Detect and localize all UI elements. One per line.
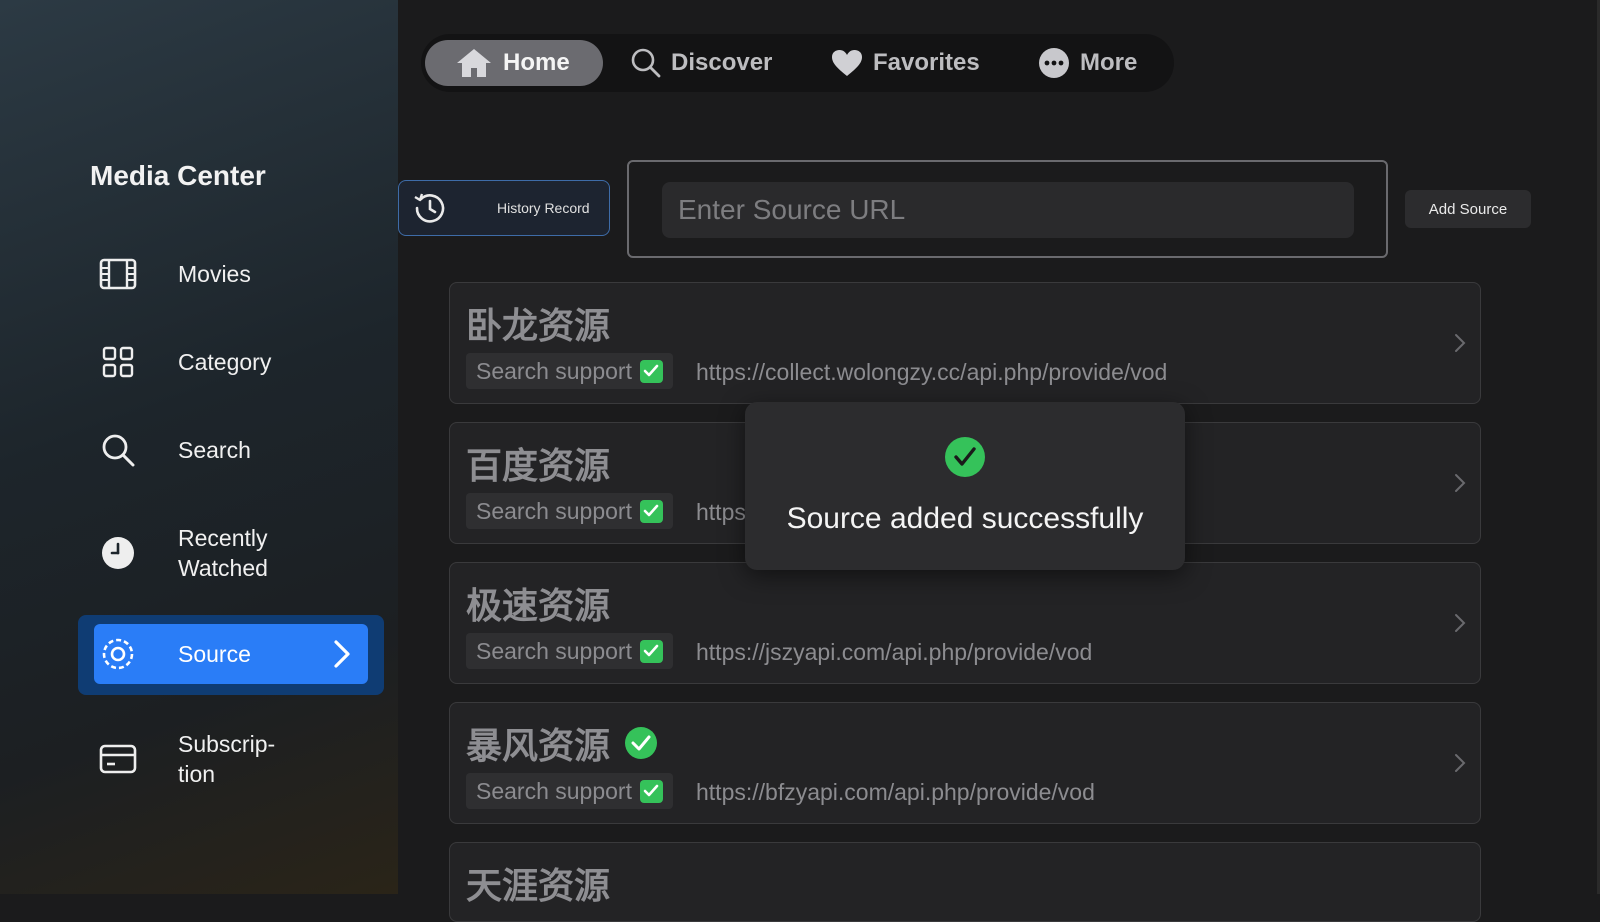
source-url: https://collect.wolongzy.cc/api.php/prov…: [696, 359, 1168, 385]
success-check-icon: [944, 436, 986, 483]
tab-discover[interactable]: Discover: [631, 40, 791, 86]
search-support-badge: Search support: [466, 493, 673, 529]
gear-icon: [98, 634, 138, 674]
source-name: 天涯资源: [466, 866, 611, 907]
sidebar-item-subscription[interactable]: Subscrip- tion: [78, 728, 384, 790]
sidebar-item-label: Search: [178, 437, 251, 463]
sidebar-item-label: Subscrip- tion: [178, 731, 276, 787]
source-url: https: [696, 499, 746, 525]
history-record-button[interactable]: History Record: [398, 180, 610, 236]
sidebar-item-label: Category: [178, 349, 272, 375]
verified-icon: [624, 726, 658, 760]
search-icon: [631, 48, 661, 78]
check-icon: [639, 639, 663, 663]
tab-more[interactable]: More: [1038, 40, 1158, 86]
check-icon: [639, 359, 663, 383]
tab-favorites[interactable]: Favorites: [831, 40, 1001, 86]
grid-icon: [98, 342, 138, 382]
home-icon: [455, 47, 493, 79]
chevron-right-icon: [1454, 753, 1466, 778]
source-name: 百度资源: [466, 446, 611, 487]
tab-label: Home: [503, 49, 570, 76]
tab-label: Favorites: [873, 49, 980, 76]
top-navigation: Home Discover Favorites More: [421, 34, 1174, 92]
search-support-badge: Search support: [466, 353, 673, 389]
sidebar-item-movies[interactable]: Movies: [78, 254, 384, 294]
source-card[interactable]: 极速资源 Search support https://jszyapi.com/…: [449, 562, 1481, 684]
source-card[interactable]: 卧龙资源 Search support https://collect.wolo…: [449, 282, 1481, 404]
search-support-badge: Search support: [466, 773, 673, 809]
toast-message: Source added successfully: [786, 502, 1144, 535]
source-url-container: [627, 160, 1388, 258]
search-icon: [98, 430, 138, 470]
chevron-right-icon: [1454, 333, 1466, 358]
source-name: 暴风资源: [466, 717, 658, 769]
more-icon: [1038, 47, 1070, 79]
tab-label: More: [1080, 49, 1138, 76]
source-url: https://bfzyapi.com/api.php/provide/vod: [696, 779, 1095, 805]
chevron-right-icon: [1454, 613, 1466, 638]
sidebar-item-source[interactable]: Source: [78, 615, 384, 695]
source-card[interactable]: 天涯资源: [449, 842, 1481, 922]
success-toast: Source added successfully: [745, 402, 1185, 570]
sidebar-item-label: Recently Watched: [178, 525, 268, 581]
add-source-button[interactable]: Add Source: [1405, 190, 1531, 228]
sidebar-item-source-highlight: Source: [94, 624, 368, 684]
search-support-badge: Search support: [466, 633, 673, 669]
heart-icon: [831, 49, 863, 77]
history-icon: [411, 191, 447, 225]
history-record-label: History Record: [497, 200, 590, 216]
tab-label: Discover: [671, 49, 773, 76]
check-icon: [639, 499, 663, 523]
sidebar-item-recently-watched[interactable]: Recently Watched: [78, 522, 384, 584]
sidebar-item-search[interactable]: Search: [78, 430, 384, 470]
sidebar-item-label: Movies: [178, 261, 251, 287]
sidebar-title: Media Center: [90, 160, 266, 191]
chevron-right-icon: [332, 638, 352, 676]
source-url-input[interactable]: [662, 182, 1354, 238]
clock-icon: [98, 533, 138, 573]
tab-home[interactable]: Home: [425, 40, 603, 86]
card-icon: [98, 739, 138, 779]
sidebar-item-label: Source: [178, 641, 251, 667]
source-url: https://jszyapi.com/api.php/provide/vod: [696, 639, 1093, 665]
chevron-right-icon: [1454, 473, 1466, 498]
film-icon: [98, 254, 138, 294]
sidebar: Media Center Movies Category Search Rece…: [0, 0, 398, 894]
source-name: 卧龙资源: [466, 306, 611, 347]
sidebar-item-category[interactable]: Category: [78, 342, 384, 382]
source-name: 极速资源: [466, 586, 611, 627]
check-icon: [639, 779, 663, 803]
source-card[interactable]: 暴风资源 Search support https://bfzyapi.com/…: [449, 702, 1481, 824]
